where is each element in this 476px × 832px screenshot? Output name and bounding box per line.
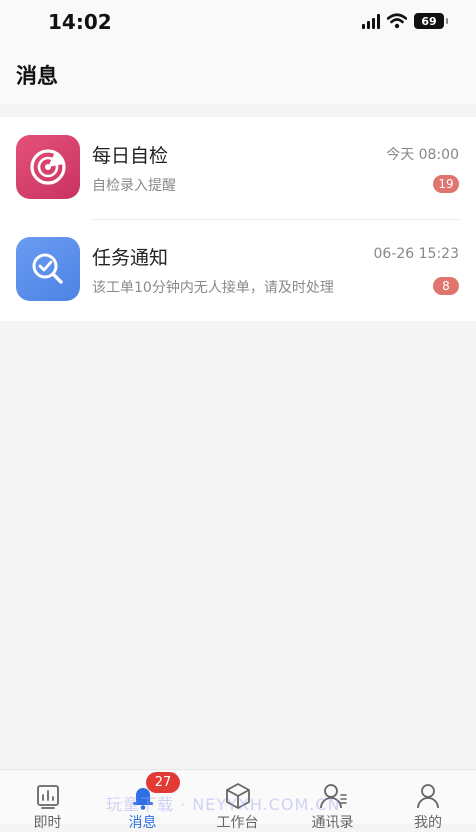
- unread-badge: 19: [433, 175, 459, 193]
- item-time: 今天 08:00: [386, 147, 459, 163]
- status-icons: 69: [362, 13, 448, 29]
- battery-icon: 69: [414, 13, 448, 29]
- tab-label: 即时: [33, 815, 62, 831]
- watermark: 玩童下载 · NEYYXH.COM.CN: [106, 795, 341, 814]
- unread-badge: 8: [433, 277, 459, 295]
- item-time: 06-26 15:23: [373, 246, 459, 262]
- wifi-icon: [387, 13, 407, 29]
- tab-label: 工作台: [216, 815, 259, 831]
- header: 消息: [0, 46, 476, 104]
- item-subtitle: 自检录入提醒: [92, 178, 176, 194]
- tab-label: 我的: [414, 815, 442, 831]
- tab-badge: 27: [146, 772, 180, 793]
- list-item-task-notice[interactable]: 任务通知 06-26 15:23 该工单10分钟内无人接单，请及时处理 8: [0, 219, 476, 321]
- chart-icon: [36, 785, 59, 809]
- item-title: 每日自检: [92, 145, 169, 167]
- page-title: 消息: [16, 64, 58, 88]
- tab-bar: 即时 27 消息 工作台 通讯录 我的 玩童下载 · NEYYXH.COM.CN: [0, 769, 476, 831]
- tab-label: 消息: [128, 815, 157, 831]
- message-list: 每日自检 今天 08:00 自检录入提醒 19 任务通知 06-26 15:23…: [0, 117, 476, 321]
- item-title: 任务通知: [92, 247, 169, 269]
- search-check-icon: [16, 237, 80, 301]
- tab-label: 通讯录: [311, 815, 354, 831]
- cellular-signal-icon: [362, 13, 380, 29]
- tab-mine[interactable]: 我的: [380, 770, 476, 831]
- radar-icon: [16, 135, 80, 199]
- status-bar: 14:02 69: [0, 0, 476, 46]
- tab-instant[interactable]: 即时: [0, 770, 95, 831]
- user-icon: [417, 784, 439, 809]
- list-item-daily-check[interactable]: 每日自检 今天 08:00 自检录入提醒 19: [0, 117, 476, 219]
- status-time: 14:02: [48, 10, 112, 34]
- item-subtitle: 该工单10分钟内无人接单，请及时处理: [92, 280, 334, 296]
